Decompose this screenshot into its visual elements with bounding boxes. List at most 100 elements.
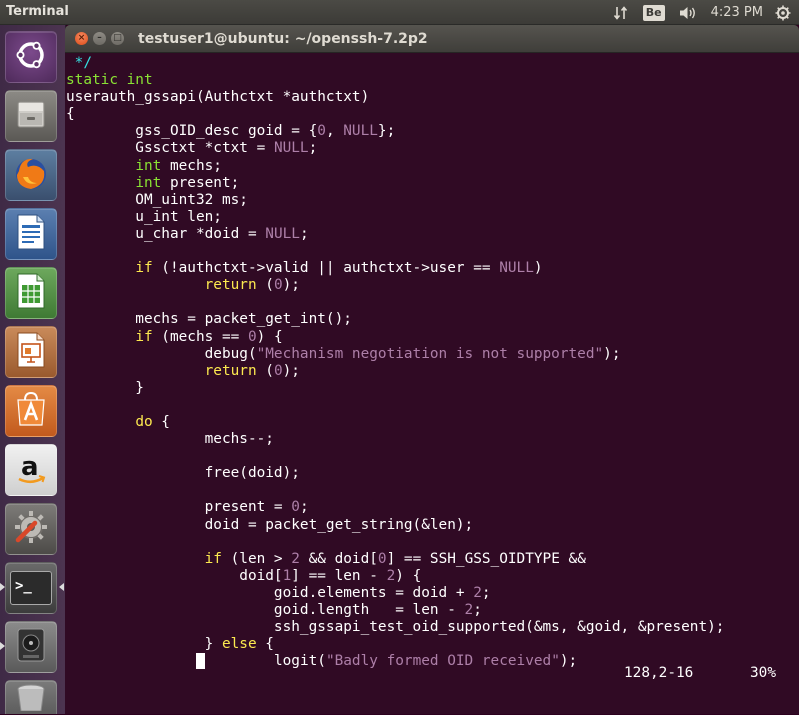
code-line: goid.elements = doid + 2; bbox=[66, 585, 724, 602]
vim-buffer[interactable]: */static int userauth_gssapi(Authctxt *au… bbox=[66, 55, 724, 670]
code-token: { bbox=[152, 413, 170, 430]
code-token: ] == len - bbox=[291, 567, 387, 584]
code-line: mechs = packet_get_int(); bbox=[66, 311, 724, 328]
terminal-content[interactable]: */static int userauth_gssapi(Authctxt *au… bbox=[65, 53, 799, 714]
code-token: gss_OID_desc goid = { bbox=[66, 123, 318, 140]
code-token: present; bbox=[161, 174, 240, 191]
code-token: int bbox=[135, 174, 162, 191]
svg-text:a: a bbox=[21, 452, 39, 482]
code-line: return (0); bbox=[66, 363, 724, 380]
code-token: mechs = packet_get_int(); bbox=[66, 311, 352, 328]
terminal-prompt-icon: >_ bbox=[10, 571, 52, 605]
code-token: else bbox=[221, 636, 257, 653]
vim-cursor-position: 128,2-16 bbox=[624, 665, 694, 681]
libreoffice-impress-button[interactable] bbox=[5, 326, 57, 378]
maximize-button[interactable]: □ bbox=[111, 32, 124, 45]
wrench-gear-icon bbox=[11, 507, 51, 551]
code-token: userauth_gssapi(Authctxt *authctxt) bbox=[66, 89, 370, 106]
code-line: doid[1] == len - 2) { bbox=[66, 568, 724, 585]
code-token: Gssctxt *ctxt = bbox=[66, 140, 274, 157]
code-token: (len > bbox=[221, 550, 292, 567]
code-token: ssh_gssapi_test_oid_supported(&ms, &goid… bbox=[66, 619, 725, 636]
file-cabinet-icon bbox=[14, 97, 48, 135]
firefox-button[interactable] bbox=[5, 149, 57, 201]
code-token: ; bbox=[481, 584, 491, 601]
code-token: ; bbox=[299, 225, 309, 242]
libreoffice-writer-button[interactable] bbox=[5, 208, 57, 260]
code-line: if (len > 2 && doid[0] == SSH_GSS_OIDTYP… bbox=[66, 551, 724, 568]
power-gear-icon[interactable] bbox=[775, 5, 791, 21]
code-line: userauth_gssapi(Authctxt *authctxt) bbox=[66, 89, 724, 106]
code-line: { bbox=[66, 106, 724, 123]
code-token: && doid[ bbox=[299, 550, 378, 567]
code-token: mechs--; bbox=[66, 431, 274, 448]
code-token: NULL bbox=[265, 225, 300, 242]
installer-disk-button[interactable] bbox=[5, 621, 57, 673]
code-line: free(doid); bbox=[66, 465, 724, 482]
disk-icon bbox=[13, 626, 49, 668]
keyboard-layout-icon[interactable]: Be bbox=[642, 4, 665, 21]
code-line: } else { bbox=[66, 636, 724, 653]
keyboard-layout-label: Be bbox=[642, 4, 665, 21]
network-arrows-icon[interactable] bbox=[613, 5, 629, 21]
ubuntu-dash-button[interactable] bbox=[5, 31, 57, 83]
code-token: logit( bbox=[204, 653, 326, 670]
code-token: present = bbox=[66, 499, 292, 516]
writer-document-icon bbox=[15, 213, 47, 255]
code-token: 0 bbox=[317, 123, 326, 140]
code-token: NULL bbox=[273, 140, 309, 157]
code-token: ); bbox=[559, 653, 578, 670]
active-app-title: Terminal bbox=[6, 4, 69, 19]
amazon-button[interactable]: a bbox=[5, 444, 57, 496]
code-token: */ bbox=[66, 55, 92, 71]
minimize-button[interactable]: – bbox=[93, 32, 106, 45]
code-token: ; bbox=[299, 499, 309, 516]
close-button[interactable]: × bbox=[75, 32, 88, 45]
launcher: a >_ bbox=[0, 25, 66, 714]
system-settings-button[interactable] bbox=[5, 503, 57, 555]
code-line: } bbox=[66, 380, 724, 397]
code-line: do { bbox=[66, 414, 724, 431]
code-line: static int bbox=[66, 72, 724, 89]
code-token: } bbox=[66, 636, 222, 653]
terminal-window[interactable]: × – □ testuser1@ubuntu: ~/openssh-7.2p2 … bbox=[65, 25, 799, 714]
focused-indicator bbox=[59, 583, 64, 591]
code-token: "Badly formed OID received" bbox=[325, 653, 560, 670]
code-token: int bbox=[135, 157, 162, 174]
ubuntu-logo-icon bbox=[13, 37, 49, 77]
window-titlebar[interactable]: × – □ testuser1@ubuntu: ~/openssh-7.2p2 bbox=[65, 25, 799, 53]
trash-icon bbox=[14, 681, 48, 715]
code-token: 2 bbox=[386, 567, 396, 584]
code-token: goid.length = len - bbox=[66, 602, 465, 618]
code-token: , bbox=[325, 123, 344, 140]
ubuntu-software-button[interactable] bbox=[5, 385, 57, 437]
trash-button[interactable] bbox=[5, 680, 57, 714]
volume-icon[interactable] bbox=[679, 5, 697, 21]
code-line: int present; bbox=[66, 175, 724, 192]
libreoffice-calc-button[interactable] bbox=[5, 267, 57, 319]
code-token: mechs; bbox=[161, 157, 222, 174]
code-token: { bbox=[66, 106, 75, 123]
code-line: if (mechs == 0) { bbox=[66, 329, 724, 346]
code-token: ; bbox=[308, 140, 318, 157]
code-line: */ bbox=[66, 55, 724, 72]
code-token: (mechs == bbox=[152, 328, 248, 345]
clock[interactable]: 4:23 PM bbox=[711, 5, 763, 20]
files-button[interactable] bbox=[5, 90, 57, 142]
code-token: 0 bbox=[273, 362, 283, 379]
terminal-launcher-button[interactable]: >_ bbox=[5, 562, 57, 614]
code-token: NULL bbox=[343, 123, 378, 140]
code-line: int mechs; bbox=[66, 158, 724, 175]
code-token: ); bbox=[282, 362, 300, 379]
